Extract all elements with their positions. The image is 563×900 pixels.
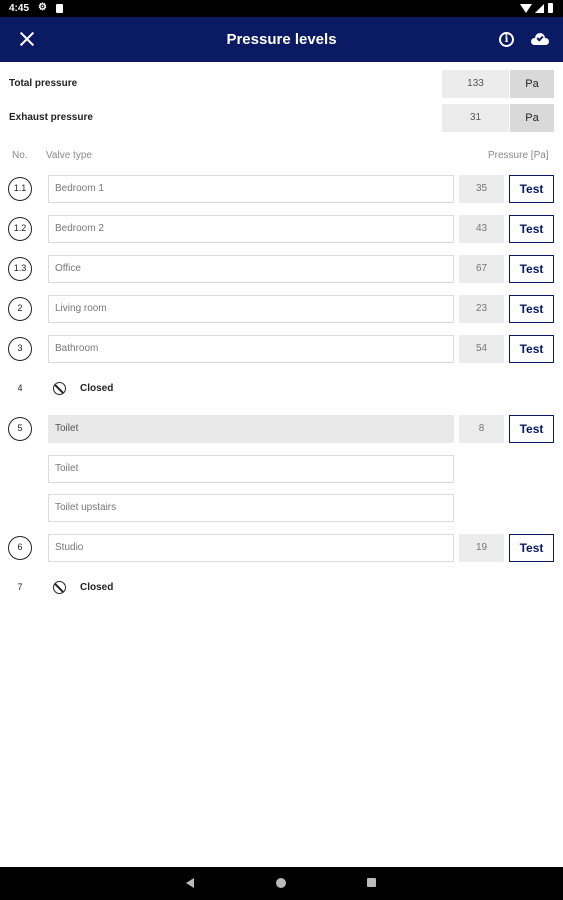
valve-row: 6 Studio 19 Test xyxy=(0,534,563,562)
total-pressure-row: Total pressure 133 Pa xyxy=(0,68,563,100)
valve-type-field[interactable]: Toilet xyxy=(48,415,454,443)
battery-icon xyxy=(548,3,553,13)
valve-sub-row: Toilet upstairs xyxy=(0,494,563,522)
sd-card-icon xyxy=(56,4,63,13)
valve-pressure-value: 43 xyxy=(459,215,504,243)
valve-number-badge: 6 xyxy=(8,536,32,560)
valve-pressure-value: 8 xyxy=(459,415,504,443)
test-button[interactable]: Test xyxy=(509,215,554,243)
valve-pressure-value: 54 xyxy=(459,335,504,363)
test-button[interactable]: Test xyxy=(509,255,554,283)
wifi-icon xyxy=(520,4,532,13)
nav-recents-icon[interactable] xyxy=(367,878,376,887)
valve-pressure-value: 19 xyxy=(459,534,504,562)
valve-row: 1.3 Office 67 Test xyxy=(0,255,563,283)
valve-type-subfield[interactable]: Toilet upstairs xyxy=(48,494,454,522)
valve-type-field[interactable]: Bedroom 1 xyxy=(48,175,454,203)
valve-row: 5 Toilet 8 Test xyxy=(0,415,563,443)
total-pressure-unit: Pa xyxy=(510,70,554,98)
valve-type-field[interactable]: Office xyxy=(48,255,454,283)
test-button[interactable]: Test xyxy=(509,295,554,323)
valve-type-field[interactable]: Studio xyxy=(48,534,454,562)
valve-status: Closed xyxy=(80,383,114,394)
signal-icon xyxy=(535,4,544,13)
valve-type-subfield[interactable]: Toilet xyxy=(48,455,454,483)
cloud-done-icon[interactable] xyxy=(531,33,549,45)
total-pressure-label: Total pressure xyxy=(9,78,78,89)
closed-icon xyxy=(53,382,66,395)
test-button[interactable]: Test xyxy=(509,534,554,562)
test-button[interactable]: Test xyxy=(509,335,554,363)
valve-number-badge: 1.1 xyxy=(8,177,32,201)
test-button[interactable]: Test xyxy=(509,175,554,203)
exhaust-pressure-row: Exhaust pressure 31 Pa xyxy=(0,102,563,134)
column-header-no: No. xyxy=(12,150,28,161)
valve-row: 1.1 Bedroom 1 35 Test xyxy=(0,175,563,203)
status-bar: 4:45 ⚙ xyxy=(0,0,563,17)
valve-number-badge: 2 xyxy=(8,297,32,321)
total-pressure-value: 133 xyxy=(442,70,509,98)
valve-number: 4 xyxy=(17,383,23,393)
valve-status: Closed xyxy=(80,582,114,593)
page-title: Pressure levels xyxy=(226,31,337,48)
column-header-valve-type: Valve type xyxy=(46,150,92,161)
system-nav-bar xyxy=(0,867,563,900)
valve-number-badge: 1.2 xyxy=(8,217,32,241)
nav-back-icon[interactable] xyxy=(186,878,194,888)
app-bar: Pressure levels i xyxy=(0,17,563,62)
valve-pressure-value: 23 xyxy=(459,295,504,323)
exhaust-pressure-unit: Pa xyxy=(510,104,554,132)
valve-pressure-value: 67 xyxy=(459,255,504,283)
valve-type-field[interactable]: Bathroom xyxy=(48,335,454,363)
valve-number-badge: 5 xyxy=(8,417,32,441)
valve-number: 7 xyxy=(17,582,23,592)
valve-row-closed: 7 Closed xyxy=(0,574,563,602)
valve-row: 1.2 Bedroom 2 43 Test xyxy=(0,215,563,243)
valve-row: 3 Bathroom 54 Test xyxy=(0,335,563,363)
column-header-pressure: Pressure [Pa] xyxy=(488,150,549,161)
valve-type-field[interactable]: Living room xyxy=(48,295,454,323)
valve-pressure-value: 35 xyxy=(459,175,504,203)
valve-type-field[interactable]: Bedroom 2 xyxy=(48,215,454,243)
exhaust-pressure-label: Exhaust pressure xyxy=(9,112,93,123)
nav-home-icon[interactable] xyxy=(276,878,286,888)
settings-icon: ⚙ xyxy=(38,2,47,13)
exhaust-pressure-value: 31 xyxy=(442,104,509,132)
status-time: 4:45 xyxy=(9,3,30,14)
valve-number-badge: 3 xyxy=(8,337,32,361)
info-icon[interactable]: i xyxy=(499,32,514,47)
close-icon[interactable] xyxy=(16,28,38,50)
valve-row: 2 Living room 23 Test xyxy=(0,295,563,323)
closed-icon xyxy=(53,581,66,594)
valve-sub-row: Toilet xyxy=(0,455,563,483)
test-button[interactable]: Test xyxy=(509,415,554,443)
valve-number-badge: 1.3 xyxy=(8,257,32,281)
valve-row-closed: 4 Closed xyxy=(0,375,563,403)
